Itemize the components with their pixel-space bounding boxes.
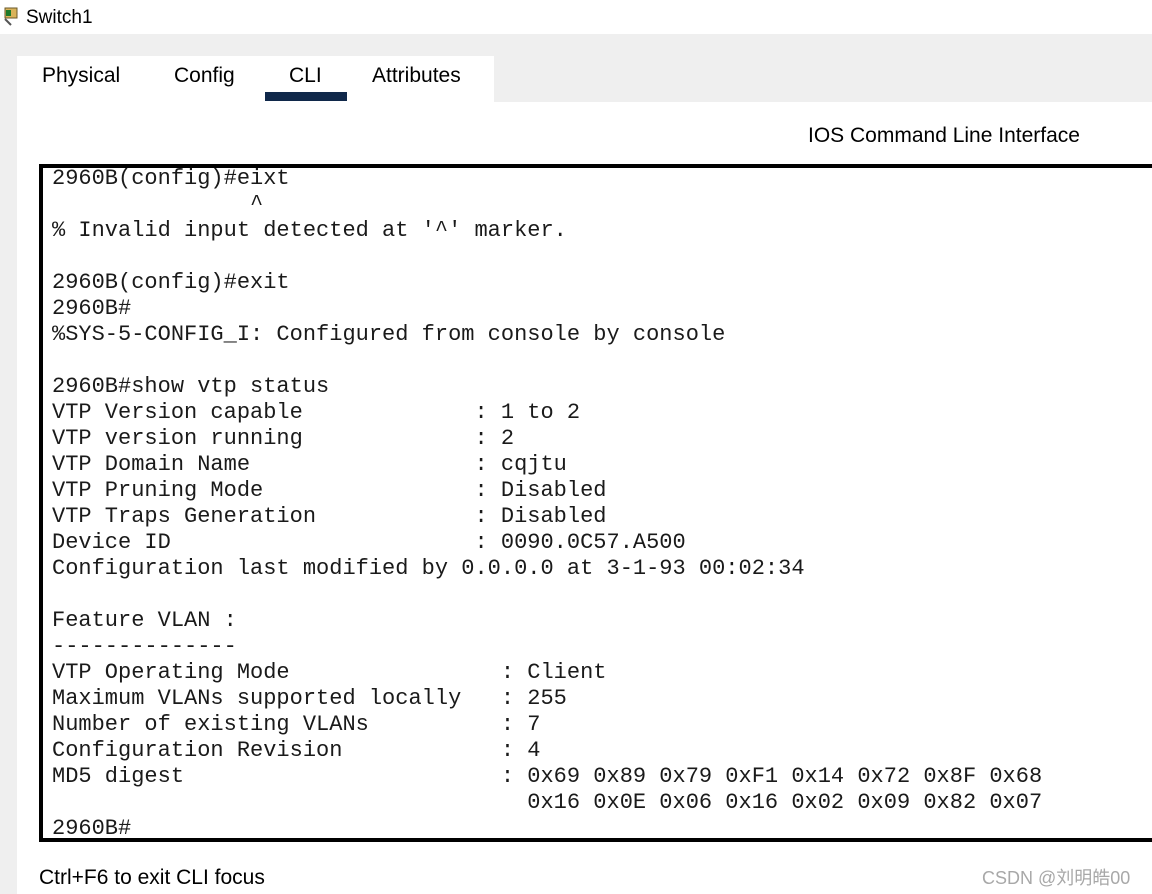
- terminal-line: VTP Pruning Mode : Disabled: [52, 478, 607, 503]
- terminal-line: VTP Operating Mode : Client: [52, 660, 607, 685]
- tab-physical[interactable]: Physical: [42, 64, 120, 88]
- terminal-line: %SYS-5-CONFIG_I: Configured from console…: [52, 322, 726, 347]
- tab-cli[interactable]: CLI: [289, 64, 322, 88]
- terminal-line: 2960B#: [52, 816, 132, 841]
- terminal-line: 2960B(config)#eixt: [52, 166, 290, 191]
- terminal-line: VTP Traps Generation : Disabled: [52, 504, 607, 529]
- cli-focus-hint: Ctrl+F6 to exit CLI focus: [39, 866, 265, 889]
- cli-heading: IOS Command Line Interface: [808, 124, 1080, 147]
- terminal-line: --------------: [52, 634, 237, 659]
- terminal-line: 0x16 0x0E 0x06 0x16 0x02 0x09 0x82 0x07: [52, 790, 1043, 815]
- title-bar: Switch1: [0, 0, 1152, 34]
- terminal-line: Configuration Revision : 4: [52, 738, 541, 763]
- terminal-line: ^: [52, 192, 264, 217]
- terminal-line: % Invalid input detected at '^' marker.: [52, 218, 567, 243]
- terminal-line: MD5 digest : 0x69 0x89 0x79 0xF1 0x14 0x…: [52, 764, 1043, 789]
- terminal-line: 2960B#: [52, 296, 132, 321]
- active-tab-indicator: [265, 92, 347, 101]
- window-title: Switch1: [26, 7, 93, 28]
- switch-device-icon: [4, 7, 18, 26]
- terminal-line: 2960B#show vtp status: [52, 374, 330, 399]
- terminal-line: Device ID : 0090.0C57.A500: [52, 530, 686, 555]
- terminal-line: Number of existing VLANs : 7: [52, 712, 541, 737]
- tab-strip-background: [494, 56, 1152, 102]
- terminal-line: VTP version running : 2: [52, 426, 515, 451]
- terminal-output[interactable]: 2960B(config)#eixt ^% Invalid input dete…: [52, 166, 1043, 841]
- cli-terminal[interactable]: 2960B(config)#eixt ^% Invalid input dete…: [39, 164, 1152, 842]
- terminal-line: VTP Version capable : 1 to 2: [52, 400, 581, 425]
- terminal-line: 2960B(config)#exit: [52, 270, 290, 295]
- terminal-line: Configuration last modified by 0.0.0.0 a…: [52, 556, 805, 581]
- watermark: CSDN @刘明皓00: [982, 868, 1131, 888]
- tab-attributes[interactable]: Attributes: [372, 64, 461, 88]
- terminal-line: VTP Domain Name : cqjtu: [52, 452, 567, 477]
- tab-config[interactable]: Config: [174, 64, 235, 88]
- terminal-line: Feature VLAN :: [52, 608, 237, 633]
- terminal-line: Maximum VLANs supported locally : 255: [52, 686, 567, 711]
